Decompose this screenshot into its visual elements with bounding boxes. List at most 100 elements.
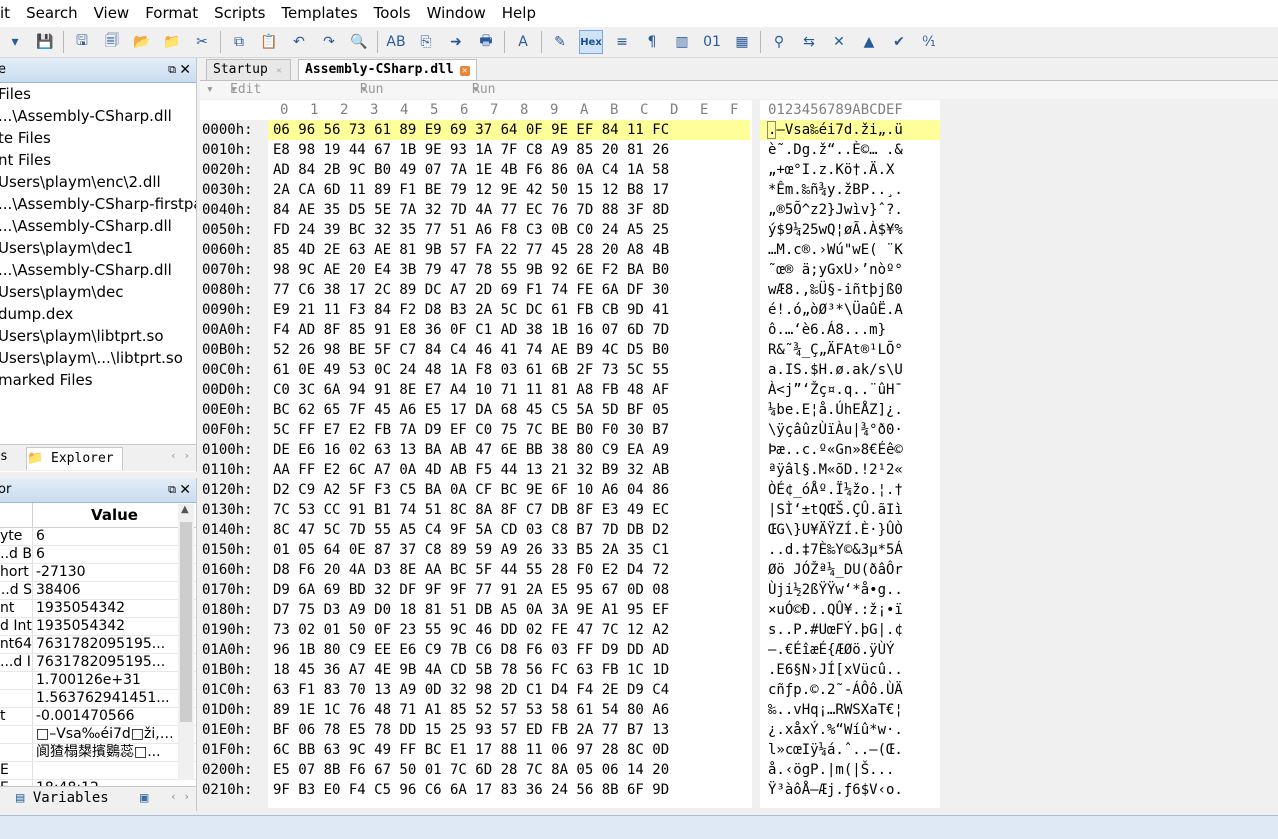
hex-row-bytes[interactable]: 96 1B 80 C9 EE E6 C9 7B C6 D8 F6 03 FF D…	[273, 640, 669, 660]
menu-help[interactable]: Help	[494, 0, 544, 27]
hex-icon[interactable]: Hex	[579, 30, 603, 54]
close-icon[interactable]: ✕	[274, 66, 284, 76]
hex-editor[interactable]: 0 1 2 3 4 5 6 7 8 9 A B C D E F 0123456789ABCDEF 0000h: 0…	[200, 100, 940, 808]
file-list-item[interactable]: Users\playm\libtprt.so	[0, 325, 196, 347]
hex-row-ascii[interactable]: Øö JÓŽª¼_DU(ðâÔr	[768, 560, 903, 580]
hex-row-ascii[interactable]: –.€ÉîæÉ{ÆØö.ÿÙÝ­	[768, 640, 894, 660]
calculator-icon[interactable]: ▦	[731, 31, 753, 53]
hex-row-ascii[interactable]: ô­.…‘è6.Á­8...m}	[768, 320, 886, 340]
hex-row-ascii[interactable]: ­„+œ°I.z.Kö†.Ä.X	[768, 160, 894, 180]
hex-row-ascii[interactable]: Þæ..c.º«Gn»8€Éê©	[768, 440, 903, 460]
hex-row-ascii[interactable]: é!.ó„òØ³*\ÜaûË.A	[768, 300, 903, 320]
binary-icon[interactable]: 01	[701, 31, 723, 53]
hex-row-bytes[interactable]: E5 07 8B F6 67 50 01 7C 6D 28 7C 8A 05 0…	[273, 760, 669, 780]
scroll-up-icon[interactable]: ▲	[181, 504, 189, 515]
file-list-item[interactable]: Users\playm\...\libtprt.so	[0, 347, 196, 369]
hex-row-bytes[interactable]: 52 26 98 BE 5F C7 84 C4 46 41 74 AE B9 4…	[273, 340, 669, 360]
inspector-row[interactable]: □–Vsa‰éi7d□ži,,...	[0, 726, 196, 744]
file-list-item[interactable]: Files	[0, 83, 196, 105]
inspector-row[interactable]: d S...38406	[0, 582, 196, 600]
tab-explorer[interactable]: 📁 Explorer	[26, 447, 123, 470]
file-list-item[interactable]: ...\Assembly-CSharp.dll	[0, 259, 196, 281]
copy-icon[interactable]: ⧉	[228, 31, 250, 53]
value-column-header[interactable]: Value	[33, 503, 196, 527]
hex-row-ascii[interactable]: ŒG\}U¥ÄŸZÍ.È·}ÛÒ	[768, 520, 903, 540]
close-icon[interactable]: ✕	[179, 58, 191, 82]
find-in-files-icon[interactable]: ⎘	[415, 31, 437, 53]
menu-view[interactable]: View	[86, 0, 138, 27]
columns-icon[interactable]: ▥	[671, 31, 693, 53]
pin-icon[interactable]: ⧉	[168, 58, 176, 82]
hex-row-ascii[interactable]: |SÌ‘±tQŒŠ.ÇÛ.ãIì	[768, 500, 903, 520]
hex-row-bytes[interactable]: 01 05 64 0E 87 37 C8 89 59 A9 26 33 B5 2…	[273, 540, 669, 560]
hex-row-bytes[interactable]: DE E6 16 02 63 13 BA AB 47 6E BB 38 80 C…	[273, 440, 669, 460]
hex-row-bytes[interactable]: 6C BB 63 9C 49 FF BC E1 17 88 11 06 97 2…	[273, 740, 669, 760]
menu-search[interactable]: Search	[18, 0, 86, 27]
hex-row-ascii[interactable]: „®5Õ^z2}Jwìv}ˆ?.	[768, 200, 903, 220]
hex-row-bytes[interactable]: 61 0E 49 53 0C 24 48 1A F8 03 61 6B 2F 7…	[273, 360, 669, 380]
inspector-row[interactable]: hort -27130	[0, 564, 196, 582]
hex-row-ascii[interactable]: ªÿâl§.M«õD.!2¹2«	[768, 460, 903, 480]
histogram-icon[interactable]: ▲	[858, 31, 880, 53]
tab-variables[interactable]: ▤ Variables	[16, 790, 109, 806]
file-list-item[interactable]: ...\Assembly-CSharp.dll	[0, 105, 196, 127]
hex-row-bytes[interactable]: AD 84 2B 9C B0 49 07 7A 1E 4B F6 86 0A C…	[273, 160, 669, 180]
highlight-icon[interactable]: ✎	[549, 31, 571, 53]
hex-row-bytes[interactable]: 9F B3 E0 F4 C5 96 C6 6A 17 83 36 24 56 8…	[273, 780, 669, 800]
hex-row-bytes[interactable]: 84 AE 35 D5 5E 7A 32 7D 4A 77 EC 76 7D 8…	[273, 200, 669, 220]
file-list-item[interactable]: Users\playm\dec	[0, 281, 196, 303]
hex-row-bytes[interactable]: 18 45 36 A7 4E 9B 4A CD 5B 78 56 FC 63 F…	[273, 660, 669, 680]
file-list-item[interactable]: Users\playm\dec1	[0, 237, 196, 259]
tab-scroll-arrows-icon[interactable]: ‹ ›	[170, 790, 190, 803]
hex-row-bytes[interactable]: FD 24 39 BC 32 35 77 51 A6 F8 C3 0B C0 2…	[273, 220, 669, 240]
hex-row-ascii[interactable]: ˜œ® ä;yGxU›’nòº°	[768, 260, 903, 280]
save-all-icon[interactable]: 🗐	[101, 31, 123, 53]
save-icon[interactable]: 💾	[34, 31, 56, 53]
edit-mode-icon[interactable]: ≡	[611, 31, 633, 53]
menu-window[interactable]: Window	[419, 0, 494, 27]
hex-row-bytes[interactable]: BF 06 78 E5 78 DD 15 25 93 57 ED FB 2A 7…	[273, 720, 669, 740]
hex-row-bytes[interactable]: 98 9C AE 20 E4 3B 79 47 78 55 9B 92 6E F…	[273, 260, 669, 280]
tab-left[interactable]: s	[0, 449, 8, 464]
inspector-row[interactable]: nt64 7631782095195...	[0, 636, 196, 654]
hex-row-bytes[interactable]: 2A CA 6D 11 89 F1 BE 79 12 9E 42 50 15 1…	[273, 180, 669, 200]
hex-row-ascii[interactable]: ‰..vHq¡…RWSXaT€¦	[768, 700, 903, 720]
hex-row-ascii[interactable]: wÆ8.,‰Ü§-iñtþjß0	[768, 280, 903, 300]
hex-row-ascii[interactable]: è˜.Dg.ž“..È©… .&	[768, 140, 903, 160]
file-list-item[interactable]: Users\playm\enc\2.dll	[0, 171, 196, 193]
close-icon[interactable]: ✕	[179, 478, 191, 502]
hex-row-bytes[interactable]: D9 6A 69 BD 32 DF 9F 9F 77 91 2A E5 95 6…	[273, 580, 669, 600]
font-icon[interactable]: A	[512, 31, 534, 53]
file-list-item[interactable]: marked Files	[0, 369, 196, 391]
tab-scroll-arrows-icon[interactable]: ‹ ›	[170, 449, 190, 462]
hex-row-bytes[interactable]: 63 F1 83 70 13 A9 0D 32 98 2D C1 D4 F4 2…	[273, 680, 669, 700]
folder-icon[interactable]: 📁	[161, 31, 183, 53]
hex-row-ascii[interactable]: Ÿ³àôÅ–Æj.ƒ6$V‹o.	[768, 780, 903, 800]
inspector-row[interactable]: d B...6	[0, 546, 196, 564]
hex-row-ascii[interactable]: ×uÓ©Ð..QÛ¥.:ž¡•ï	[768, 600, 903, 620]
hex-row-ascii[interactable]: *Êm.‰ñ¾y.žBP..¸.	[768, 180, 903, 200]
hex-row-bytes[interactable]: D7 75 D3 A9 D0 18 81 51 DB A5 0A 3A 9E A…	[273, 600, 669, 620]
file-list-item[interactable]: nt Files	[0, 149, 196, 171]
hex-row-ascii[interactable]: a.IS.$H.ø.ak/s\U	[768, 360, 903, 380]
hex-row-bytes[interactable]: 73 02 01 50 0F 23 55 9C 46 DD 02 FE 47 7…	[273, 620, 669, 640]
hex-row-bytes[interactable]: C0 3C 6A 94 91 8E E7 A4 10 71 11 81 A8 F…	[273, 380, 669, 400]
bookmarks-tab-icon[interactable]: ▣	[140, 790, 148, 806]
hex-row-ascii[interactable]: l»cœIÿ¼á.ˆ..—(Œ.	[768, 740, 903, 760]
collapse-icon[interactable]: ▾	[206, 81, 214, 99]
hex-row-bytes[interactable]: D2 C9 A2 5F F3 C5 BA 0A CF BC 9E 6F 10 A…	[273, 480, 669, 500]
tools-icon[interactable]: ✕	[828, 31, 850, 53]
base-convert-icon[interactable]: ⁰⁄₁	[918, 31, 940, 53]
hex-row-ascii[interactable]: \ÿçâûzÙïÀu|¾°ð0·	[768, 420, 903, 440]
hex-row-bytes[interactable]: BC 62 65 7F 45 A6 E5 17 DA 68 45 C5 5A 5…	[273, 400, 669, 420]
menu-scripts[interactable]: Scripts	[206, 0, 273, 27]
hex-row-bytes[interactable]: 7C 53 CC 91 B1 74 51 8C 8A 8F C7 DB 8F E…	[273, 500, 669, 520]
inspector-row[interactable]: 阆猹榻槼擯鷃蕊□...	[0, 744, 196, 762]
hex-row-bytes[interactable]: E8 98 19 44 67 1B 9E 93 1A 7F C8 A9 85 2…	[273, 140, 669, 160]
menu-templates[interactable]: Templates	[273, 0, 365, 27]
hex-row-bytes[interactable]: AA FF E2 6C A7 0A 4D AB F5 44 13 21 32 B…	[273, 460, 669, 480]
goto-icon[interactable]: ➜	[445, 31, 467, 53]
close-icon[interactable]: ✕	[459, 66, 470, 76]
inspector-row[interactable]: d Int 1935054342	[0, 618, 196, 636]
hex-row-bytes[interactable]: 77 C6 38 17 2C 89 DC A7 2D 69 F1 74 FE 6…	[273, 280, 669, 300]
